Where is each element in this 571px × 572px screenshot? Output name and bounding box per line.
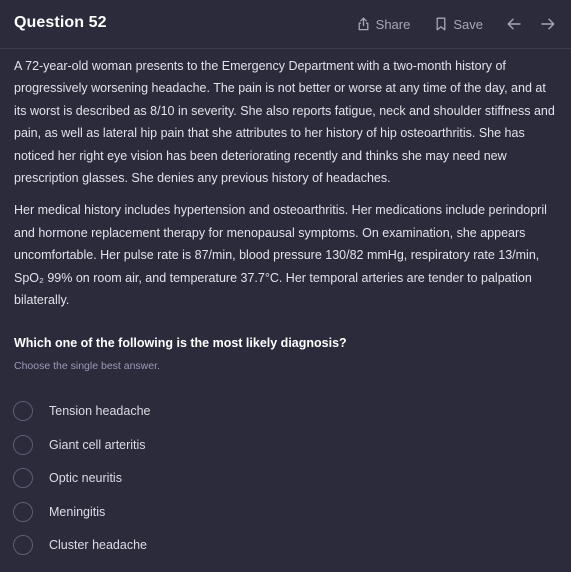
radio-button[interactable] [13, 468, 33, 488]
stem-paragraph: A 72-year-old woman presents to the Emer… [14, 59, 555, 186]
arrow-left-icon [507, 18, 521, 30]
answer-option-label: Cluster headache [49, 538, 147, 552]
share-label: Share [375, 16, 411, 32]
question-stem: A 72-year-old woman presents to the Emer… [14, 55, 559, 311]
answer-option[interactable]: Tension headache [13, 398, 553, 424]
bookmark-icon [435, 17, 447, 31]
share-icon [357, 17, 370, 31]
next-question-button[interactable] [539, 14, 557, 34]
answer-option[interactable]: Meningitis [13, 499, 553, 525]
answer-option[interactable]: Optic neuritis [13, 465, 553, 491]
save-button[interactable]: Save [435, 14, 483, 34]
radio-button[interactable] [13, 501, 33, 522]
radio-button[interactable] [13, 401, 33, 421]
answer-option-label: Giant cell arteritis [49, 437, 146, 452]
header-actions: Share Save [357, 14, 557, 34]
answer-option[interactable]: Giant cell arteritis [13, 432, 553, 458]
answer-option-label: Meningitis [49, 504, 106, 519]
question-prompt: Which one of the following is the most l… [14, 336, 347, 350]
share-button[interactable]: Share [357, 14, 411, 34]
answer-options: Tension headache Giant cell arteritis Op… [13, 398, 553, 566]
save-label: Save [453, 16, 483, 32]
radio-button[interactable] [13, 535, 33, 555]
arrow-right-icon [541, 18, 555, 30]
page-title: Question 52 [14, 14, 107, 31]
stem-paragraph: Her medical history includes hypertensio… [14, 203, 547, 308]
previous-question-button[interactable] [505, 14, 523, 34]
radio-button[interactable] [13, 434, 33, 455]
answer-option-label: Tension headache [49, 404, 151, 418]
answer-option-label: Optic neuritis [49, 471, 122, 485]
question-page: Question 52 Share Save A 72-year-old wom… [0, 0, 571, 572]
answer-hint: Choose the single best answer. [14, 360, 160, 372]
header-bar: Question 52 Share Save [0, 0, 571, 49]
answer-option[interactable]: Cluster headache [13, 532, 553, 558]
